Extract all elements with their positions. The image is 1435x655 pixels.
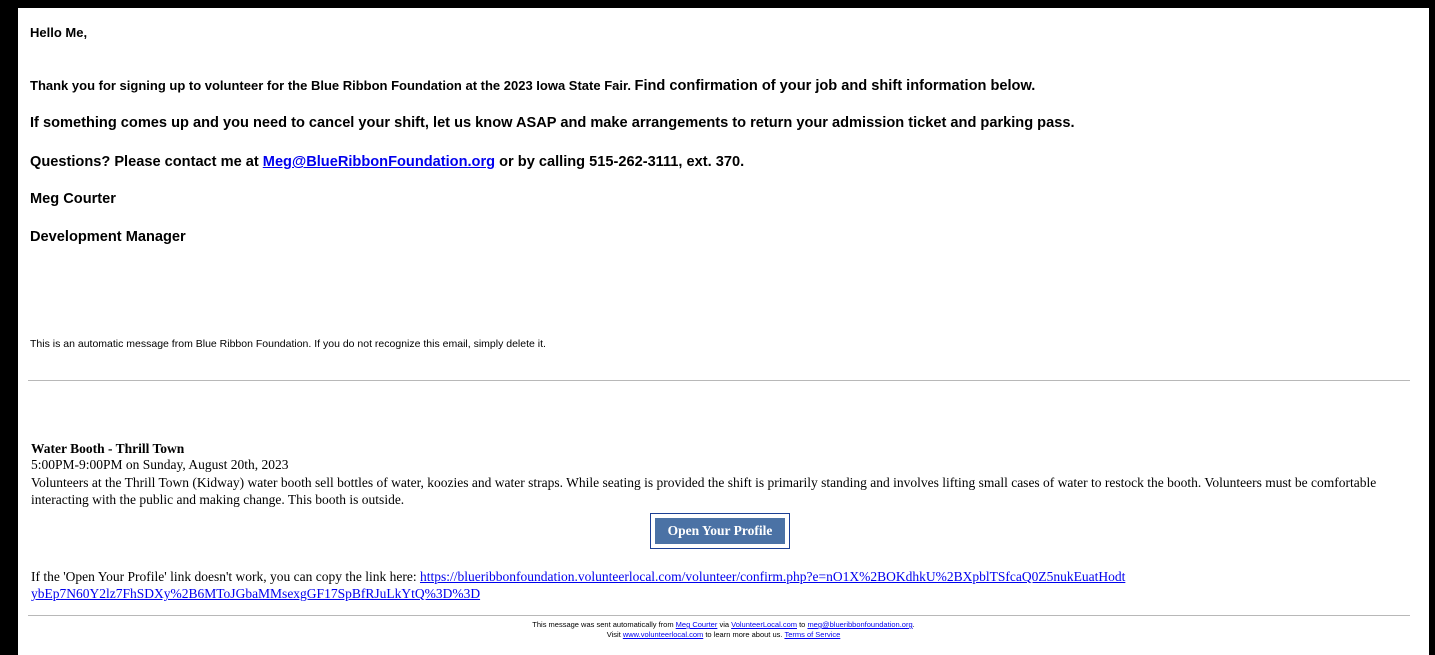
- footer-text: This message was sent automatically from: [532, 620, 676, 629]
- contact-paragraph: Questions? Please contact me at Meg@Blue…: [30, 154, 744, 170]
- cancel-paragraph: If something comes up and you need to ca…: [30, 115, 1075, 131]
- contact-email-link[interactable]: Meg@BlueRibbonFoundation.org: [263, 154, 495, 170]
- intro-text: Thank you for signing up to volunteer fo…: [30, 78, 635, 93]
- job-title: Water Booth - Thrill Town: [31, 441, 185, 456]
- contact-suffix: or by calling 515-262-3111, ext. 370.: [495, 154, 745, 170]
- email-body: Hello Me, Thank you for signing up to vo…: [18, 8, 1429, 655]
- job-description: Volunteers at the Thrill Town (Kidway) w…: [31, 475, 1377, 507]
- footer-divider: [28, 615, 1410, 616]
- open-profile-button-frame: Open Your Profile: [650, 513, 790, 549]
- footer-text: Visit: [606, 630, 623, 639]
- signer-name: Meg Courter: [30, 191, 116, 207]
- terms-of-service-link[interactable]: Terms of Service: [784, 630, 840, 639]
- footer-text: .: [912, 620, 915, 629]
- footer-line-1: This message was sent automatically from…: [18, 620, 1429, 629]
- footer-line-2: Visit www.volunteerlocal.com to learn mo…: [18, 630, 1429, 639]
- copy-link-paragraph: If the 'Open Your Profile' link doesn't …: [31, 568, 1131, 602]
- footer-text: to: [797, 620, 808, 629]
- intro-text-emphasis: Find confirmation of your job and shift …: [634, 78, 1036, 94]
- job-shift-time: 5:00PM-9:00PM on Sunday, August 20th, 20…: [31, 457, 289, 472]
- recipient-email-link[interactable]: meg@blueribbonfoundation.org: [807, 620, 912, 629]
- footer-text: via: [717, 620, 732, 629]
- signer-title: Development Manager: [30, 229, 186, 245]
- greeting: Hello Me,: [30, 25, 88, 40]
- sender-link[interactable]: Meg Courter: [676, 620, 718, 629]
- intro-paragraph: Thank you for signing up to volunteer fo…: [30, 77, 1035, 95]
- footer-text: to learn more about us.: [703, 630, 785, 639]
- automatic-message-notice: This is an automatic message from Blue R…: [30, 338, 546, 350]
- service-link[interactable]: VolunteerLocal.com: [731, 620, 797, 629]
- contact-prefix: Questions? Please contact me at: [30, 154, 263, 170]
- copy-link-text: If the 'Open Your Profile' link doesn't …: [31, 569, 420, 584]
- divider: [28, 380, 1410, 381]
- open-profile-button[interactable]: Open Your Profile: [655, 518, 785, 544]
- website-link[interactable]: www.volunteerlocal.com: [623, 630, 703, 639]
